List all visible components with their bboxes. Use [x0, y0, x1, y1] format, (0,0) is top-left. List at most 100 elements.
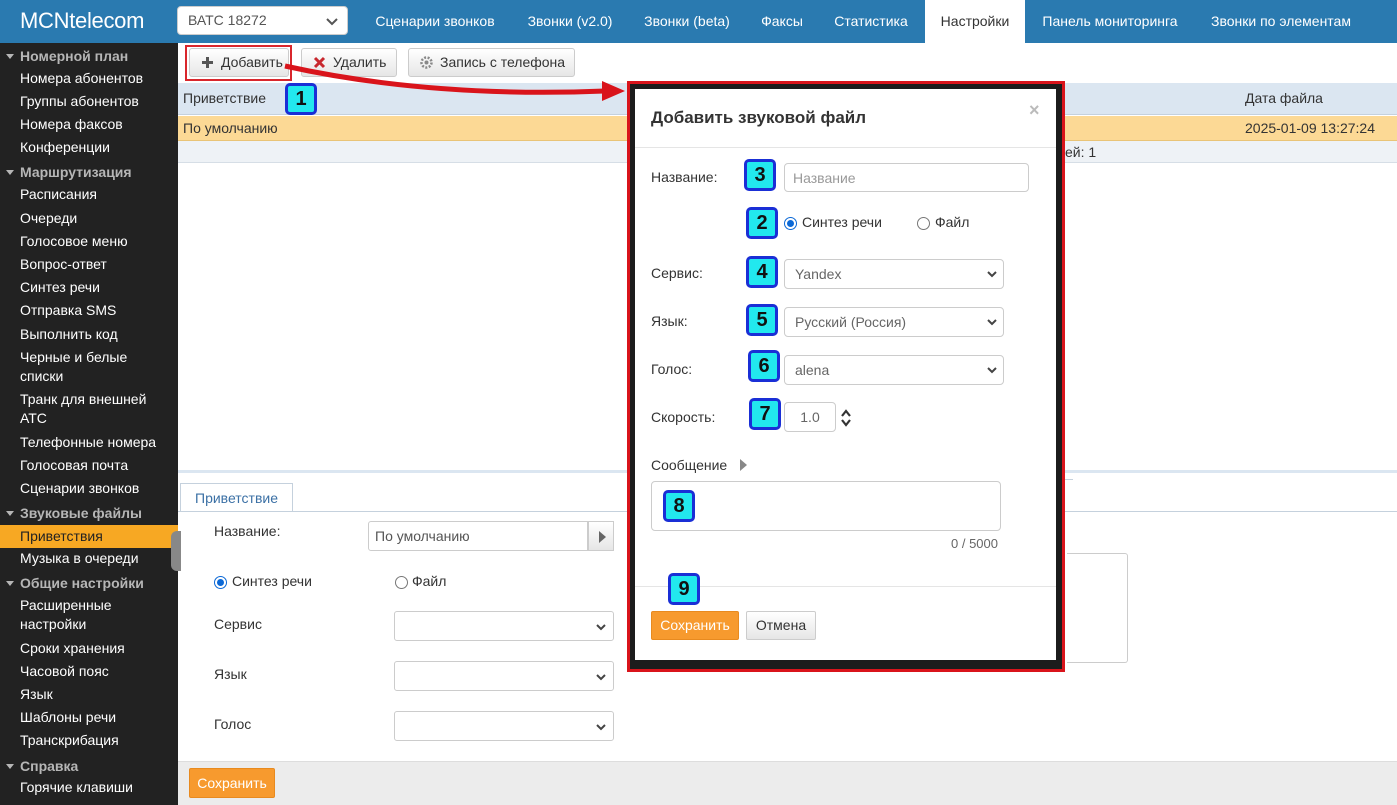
sidebar-item-call-scenarios[interactable]: Сценарии звонков: [0, 479, 178, 498]
sidebar-item-advanced-settings[interactable]: Расширенные настройки: [0, 596, 178, 634]
sidebar-item-conferences[interactable]: Конференции: [0, 138, 178, 157]
sidebar-item-black-white-lists[interactable]: Черные и белые списки: [0, 348, 178, 386]
chevron-down-icon: [596, 674, 606, 681]
sidebar-item-subscriber-numbers[interactable]: Номера абонентов: [0, 69, 178, 88]
tab-greeting-details[interactable]: Приветствие: [180, 483, 293, 512]
app-logo[interactable]: MCNtelecom: [20, 8, 144, 34]
sidebar-item-queue-music[interactable]: Музыка в очереди: [0, 549, 178, 568]
sidebar-item-execute-code[interactable]: Выполнить код: [0, 325, 178, 344]
close-icon[interactable]: ×: [1029, 100, 1040, 121]
sidebar-item-language[interactable]: Язык: [0, 685, 178, 704]
tab-call-scenarios[interactable]: Сценарии звонков: [358, 0, 512, 43]
dialog-message-label[interactable]: Сообщение: [651, 457, 727, 473]
sidebar-item-speech-synthesis[interactable]: Синтез речи: [0, 278, 178, 297]
tab-calls-v2[interactable]: Звонки (v2.0): [512, 0, 628, 43]
callout-badge-1: 1: [285, 83, 317, 115]
tab-statistics[interactable]: Статистика: [818, 0, 924, 43]
sidebar-section-numbering[interactable]: Номерной план: [0, 45, 178, 68]
sidebar-item-voicemail[interactable]: Голосовая почта: [0, 456, 178, 475]
dialog-service-label: Сервис:: [651, 265, 703, 281]
chevron-down-icon: [987, 367, 997, 374]
column-header-file-date[interactable]: Дата файла: [1245, 90, 1323, 106]
sidebar-item-greetings[interactable]: Приветствия: [0, 525, 178, 548]
bottom-radio-file[interactable]: [395, 576, 408, 589]
chevron-down-icon: [326, 18, 338, 26]
dialog-speed-input[interactable]: 1.0: [784, 402, 836, 432]
dialog-voice-select[interactable]: alena: [784, 355, 1004, 385]
sidebar-item-transcription[interactable]: Транскрибация: [0, 731, 178, 750]
dialog-radio-file-label: Файл: [935, 214, 970, 230]
sidebar-item-timezone[interactable]: Часовой пояс: [0, 662, 178, 681]
pbx-select[interactable]: ВАТС 18272: [177, 6, 348, 35]
dialog-message-textarea[interactable]: [651, 481, 1001, 531]
expand-triangle-icon[interactable]: [740, 459, 747, 471]
callout-badge-4: 4: [746, 256, 778, 288]
dialog-divider: [635, 147, 1056, 148]
dialog-name-input[interactable]: Название: [784, 163, 1029, 192]
bottom-name-input[interactable]: По умолчанию: [368, 521, 588, 551]
sidebar-section-help[interactable]: Справка: [0, 755, 178, 778]
sidebar-item-speech-templates[interactable]: Шаблоны речи: [0, 708, 178, 727]
bottom-language-select[interactable]: [394, 661, 614, 691]
bottom-voice-select[interactable]: [394, 711, 614, 741]
dialog-language-select[interactable]: Русский (Россия): [784, 307, 1004, 337]
dialog-service-select[interactable]: Yandex: [784, 259, 1004, 289]
dialog-speed-label: Скорость:: [651, 409, 716, 425]
sidebar-item-question-answer[interactable]: Вопрос-ответ: [0, 255, 178, 274]
collapse-triangle-icon: [6, 170, 14, 175]
column-header-greeting[interactable]: Приветствие: [183, 90, 266, 106]
sidebar-item-phone-numbers[interactable]: Телефонные номера: [0, 433, 178, 452]
dialog-voice-label: Голос:: [651, 361, 693, 377]
tab-divider-right: [1065, 479, 1073, 491]
cell-file-date: 2025-01-09 13:27:24: [1245, 120, 1375, 136]
spinner-arrows-icon[interactable]: [840, 409, 852, 427]
sidebar-item-send-sms[interactable]: Отправка SMS: [0, 301, 178, 320]
sidebar-section-sound-files[interactable]: Звуковые файлы: [0, 502, 178, 525]
collapse-triangle-icon: [6, 54, 14, 59]
chevron-down-icon: [987, 319, 997, 326]
dialog-title: Добавить звуковой файл: [651, 108, 867, 127]
tab-calls-by-element[interactable]: Звонки по элементам: [1195, 0, 1367, 43]
dialog-language-label: Язык:: [651, 313, 688, 329]
tab-monitoring[interactable]: Панель мониторинга: [1025, 0, 1195, 43]
dialog-radio-tts[interactable]: [784, 217, 797, 230]
callout-badge-5: 5: [746, 304, 778, 336]
add-button-highlight: [185, 45, 292, 81]
sidebar-item-retention[interactable]: Сроки хранения: [0, 639, 178, 658]
bottom-radio-tts[interactable]: [214, 576, 227, 589]
sidebar-item-subscriber-groups[interactable]: Группы абонентов: [0, 92, 178, 111]
bottom-service-label: Сервис: [214, 616, 262, 632]
callout-badge-3: 3: [744, 159, 776, 191]
play-button[interactable]: [588, 521, 614, 551]
play-icon: [599, 531, 606, 543]
tab-calls-beta[interactable]: Звонки (beta): [628, 0, 746, 43]
bottom-language-label: Язык: [214, 666, 247, 682]
top-navbar: MCNtelecom ВАТС 18272 Сценарии звонков З…: [0, 0, 1397, 43]
callout-badge-6: 6: [748, 350, 780, 382]
sidebar-item-voice-menu[interactable]: Голосовое меню: [0, 232, 178, 251]
bottom-service-select[interactable]: [394, 611, 614, 641]
bottom-action-bar: [178, 761, 1397, 805]
collapse-triangle-icon: [6, 581, 14, 586]
sidebar-item-fax-numbers[interactable]: Номера факсов: [0, 115, 178, 134]
callout-arrow: [284, 63, 625, 101]
bottom-voice-label: Голос: [214, 716, 252, 732]
dialog-cancel-button[interactable]: Отмена: [746, 611, 816, 640]
bottom-radio-file-label: Файл: [412, 573, 447, 589]
bottom-save-button[interactable]: Сохранить: [189, 768, 275, 798]
callout-badge-8: 8: [663, 490, 695, 522]
sidebar-item-external-trunk[interactable]: Транк для внешней АТС: [0, 390, 178, 428]
dialog-save-button[interactable]: Сохранить: [651, 611, 739, 640]
sidebar-collapse-handle[interactable]: [171, 531, 181, 571]
tab-settings[interactable]: Настройки: [925, 0, 1025, 43]
sidebar-item-hotkeys[interactable]: Горячие клавиши: [0, 778, 178, 797]
sidebar-section-routing[interactable]: Маршрутизация: [0, 161, 178, 184]
sidebar-item-schedules[interactable]: Расписания: [0, 185, 178, 204]
dialog-radio-tts-label: Синтез речи: [802, 214, 882, 230]
bottom-message-textarea[interactable]: [1067, 553, 1128, 663]
chevron-down-icon: [596, 724, 606, 731]
tab-faxes[interactable]: Факсы: [746, 0, 818, 43]
sidebar-item-queues[interactable]: Очереди: [0, 209, 178, 228]
sidebar-section-general-settings[interactable]: Общие настройки: [0, 572, 178, 595]
dialog-radio-file[interactable]: [917, 217, 930, 230]
